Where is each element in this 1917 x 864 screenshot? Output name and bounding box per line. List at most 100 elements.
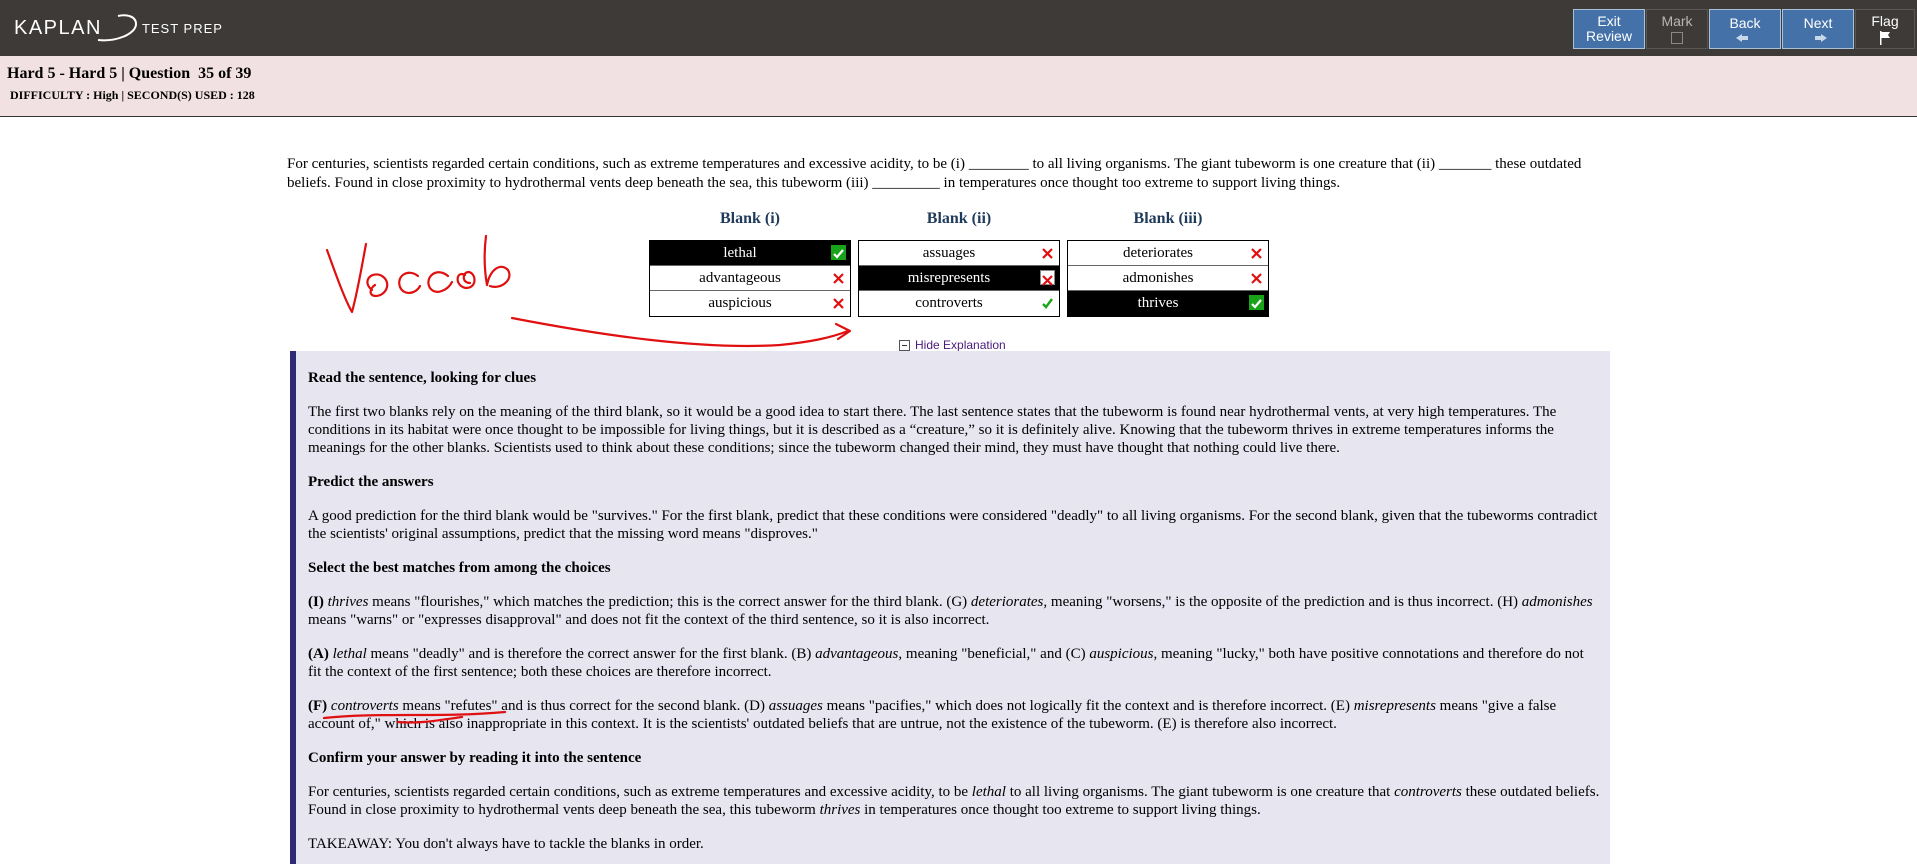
explanation-text: , meaning "beneficial," and (C): [898, 646, 1090, 662]
handwriting-scribble: [325, 242, 368, 314]
back-label: Back: [1729, 15, 1761, 31]
choice-word: auspicious: [1089, 646, 1154, 662]
choice-thrives[interactable]: thrives: [1068, 291, 1268, 316]
kaplan-logo: KAPLAN TEST PREP: [14, 12, 223, 44]
choice-table: deteriorates admonishes thrives: [1067, 240, 1269, 317]
section-heading: Predict the answers: [308, 474, 434, 490]
blank-column-i: Blank (i) lethal advantageous auspicious: [649, 210, 851, 317]
x-icon: [1249, 270, 1264, 285]
handwriting-scribble: [427, 271, 454, 293]
blank-header: Blank (iii): [1133, 210, 1203, 227]
next-button[interactable]: Next: [1782, 9, 1854, 49]
handwriting-scribble: [456, 270, 476, 290]
choice-advantageous[interactable]: advantageous: [650, 266, 850, 291]
mark-button[interactable]: Mark: [1646, 9, 1708, 49]
choice-label: thrives: [1137, 295, 1179, 311]
blank-header: Blank (i): [719, 210, 780, 227]
choice-letter: (A): [308, 646, 329, 662]
choice-label: misrepresents: [907, 270, 991, 286]
explanation-paragraph: (F) controverts means "refutes" and is t…: [308, 697, 1600, 733]
flag-label: Flag: [1871, 12, 1899, 29]
x-icon: [831, 295, 846, 310]
x-icon: [831, 270, 846, 285]
explanation-paragraph: (I) thrives means "flourishes," which ma…: [308, 593, 1600, 629]
choice-admonishes[interactable]: admonishes: [1068, 266, 1268, 291]
choice-misrepresents[interactable]: misrepresents: [859, 266, 1059, 291]
explanation-text: For centuries, scientists regarded certa…: [308, 784, 972, 800]
choice-deteriorates[interactable]: deteriorates: [1068, 241, 1268, 266]
choice-word: thrives: [819, 802, 861, 818]
check-icon: [831, 245, 846, 260]
hide-explanation-link[interactable]: Hide Explanation: [899, 338, 1006, 352]
choice-word: admonishes: [1521, 594, 1593, 610]
choice-label: admonishes: [1122, 270, 1194, 286]
choice-word: lethal: [332, 646, 367, 662]
hide-explanation-label: Hide Explanation: [915, 338, 1006, 352]
ink-arrow: [510, 316, 850, 348]
x-icon: [1249, 245, 1264, 260]
choice-lethal[interactable]: lethal: [650, 241, 850, 266]
blank-header: Blank (ii): [926, 210, 992, 227]
logo-subtitle: TEST PREP: [141, 20, 223, 36]
choice-label: deteriorates: [1123, 245, 1193, 261]
choice-word: lethal: [971, 784, 1006, 800]
flag-icon: [1880, 30, 1890, 45]
question-meta: DIFFICULTY : High | SECOND(S) USED : 128: [10, 88, 255, 102]
choice-word: thrives: [327, 594, 369, 610]
explanation-text: means "pacifies," which does not logical…: [822, 698, 1354, 714]
choice-word: controverts: [330, 698, 399, 714]
x-icon: [1040, 270, 1055, 286]
explanation-paragraph: A good prediction for the third blank wo…: [308, 508, 1598, 542]
explanation-text: means "flourishes," which matches the pr…: [368, 594, 971, 610]
explanation-text: means "warns" or "expresses disapproval"…: [308, 612, 990, 628]
choice-word: deteriorates,: [970, 594, 1048, 610]
handwriting-scribble: [398, 271, 422, 294]
question-info-bar: Hard 5 - Hard 5 | Question 35 of 39 DIFF…: [0, 56, 1917, 117]
top-bar: KAPLAN TEST PREP Exit Review Mark Back N…: [0, 0, 1917, 56]
logo-wordmark: KAPLAN: [14, 16, 102, 39]
choice-word: assuages: [768, 698, 823, 714]
explanation-text: means "deadly" and is therefore the corr…: [366, 646, 816, 662]
exit-review-button[interactable]: Exit Review: [1573, 9, 1645, 49]
choice-word: advantageous: [815, 646, 899, 662]
nav-buttons: Exit Review Mark Back Next Flag: [1572, 9, 1915, 49]
exit-review-label: Exit Review: [1586, 13, 1632, 44]
mark-label: Mark: [1661, 13, 1693, 29]
choice-assuages[interactable]: assuages: [859, 241, 1059, 266]
choice-label: controverts: [915, 295, 983, 311]
check-icon: [1249, 295, 1264, 310]
check-icon: [1040, 295, 1055, 310]
choice-label: lethal: [723, 245, 757, 261]
explanation-paragraph: For centuries, scientists regarded certa…: [308, 783, 1600, 819]
choice-letter: (I): [308, 594, 324, 610]
blank-column-ii: Blank (ii) assuages misrepresents contro…: [858, 210, 1060, 317]
collapse-icon: [899, 339, 910, 351]
flag-button[interactable]: Flag: [1855, 9, 1915, 49]
explanation-text: to all living organisms. The giant tubew…: [1005, 784, 1395, 800]
choice-label: auspicious: [708, 295, 772, 311]
choice-label: assuages: [922, 245, 976, 261]
arrow-right-icon: [1815, 34, 1827, 42]
choice-label: advantageous: [699, 270, 781, 286]
logo-swoosh-icon: [97, 14, 137, 42]
explanation-paragraph: (A) lethal means "deadly" and is therefo…: [308, 645, 1600, 681]
choice-controverts[interactable]: controverts: [859, 291, 1059, 316]
choice-word: misrepresents: [1353, 698, 1436, 714]
ink-arrow-head: [834, 322, 852, 341]
explanation-text: means "refutes" and is thus correct for …: [398, 698, 769, 714]
back-button[interactable]: Back: [1709, 9, 1781, 49]
choice-table: assuages misrepresents controverts: [858, 240, 1060, 317]
choice-letter: (F): [308, 698, 328, 714]
question-passage: For centuries, scientists regarded certa…: [287, 156, 1582, 191]
question-title: Hard 5 - Hard 5 | Question 35 of 39: [7, 65, 252, 82]
explanation-panel: Read the sentence, looking for clues The…: [290, 351, 1610, 864]
mark-checkbox-icon[interactable]: [1671, 32, 1683, 44]
explanation-paragraph: The first two blanks rely on the meaning…: [308, 404, 1557, 456]
handwriting-scribble: [366, 273, 389, 298]
handwriting-scribble: [483, 234, 511, 288]
choice-auspicious[interactable]: auspicious: [650, 291, 850, 316]
explanation-text: meaning "worsens," is the opposite of th…: [1047, 594, 1522, 610]
next-label: Next: [1803, 15, 1833, 31]
takeaway: TAKEAWAY: You don't always have to tackl…: [308, 836, 704, 852]
x-icon: [1040, 245, 1055, 260]
